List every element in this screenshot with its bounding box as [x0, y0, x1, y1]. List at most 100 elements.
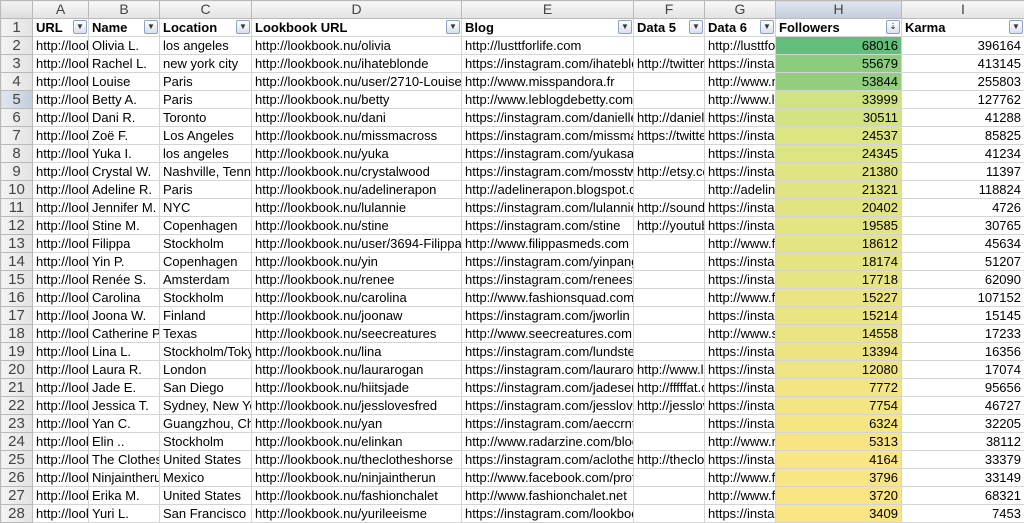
- cell-e[interactable]: http://www.misspandora.fr: [461, 72, 634, 91]
- cell-c[interactable]: Toronto: [159, 108, 252, 127]
- field-header-cell[interactable]: Followers ⇣: [775, 18, 902, 37]
- field-header-cell[interactable]: Location ▼: [159, 18, 252, 37]
- column-header-d[interactable]: D: [251, 0, 462, 19]
- cell-e[interactable]: https://instagram.com/lookbook: [461, 504, 634, 523]
- cell-a[interactable]: http://lookbook.nu/joonaw: [32, 306, 89, 325]
- cell-f[interactable]: [633, 504, 705, 523]
- cell-e[interactable]: http://www.leblogdebetty.com: [461, 90, 634, 109]
- cell-a[interactable]: http://lookbook.nu/user/2710-Louise: [32, 72, 89, 91]
- cell-a[interactable]: http://lookbook.nu/missmacross: [32, 126, 89, 145]
- row-header-21[interactable]: 21: [0, 378, 33, 397]
- cell-a[interactable]: http://lookbook.nu/fashionchalet: [32, 486, 89, 505]
- cell-a[interactable]: http://lookbook.nu/yuka: [32, 144, 89, 163]
- row-header-16[interactable]: 16: [0, 288, 33, 307]
- cell-g[interactable]: http://www.filippasmeds.com: [704, 234, 776, 253]
- cell-d[interactable]: http://lookbook.nu/hiitsjade: [251, 378, 462, 397]
- field-header-cell[interactable]: Name ▼: [88, 18, 160, 37]
- row-header-25[interactable]: 25: [0, 450, 33, 469]
- row-header-22[interactable]: 22: [0, 396, 33, 415]
- cell-i[interactable]: 32205: [901, 414, 1024, 433]
- row-header-23[interactable]: 23: [0, 414, 33, 433]
- cell-f[interactable]: http://twitter.com/ihateblonde: [633, 54, 705, 73]
- cell-a[interactable]: http://lookbook.nu/yin: [32, 252, 89, 271]
- cell-f[interactable]: http://jesslovesfred.com: [633, 396, 705, 415]
- field-header-cell[interactable]: Data 5 ▼: [633, 18, 705, 37]
- cell-c[interactable]: NYC: [159, 198, 252, 217]
- dropdown-arrow-icon[interactable]: ▼: [618, 20, 632, 34]
- cell-f[interactable]: [633, 270, 705, 289]
- cell-b[interactable]: Rachel L.: [88, 54, 160, 73]
- cell-f[interactable]: [633, 90, 705, 109]
- cell-d[interactable]: http://lookbook.nu/jesslovesfred: [251, 396, 462, 415]
- cell-i[interactable]: 16356: [901, 342, 1024, 361]
- cell-g[interactable]: http://www.radarzine.com/blogg/elinkan: [704, 432, 776, 451]
- cell-c[interactable]: Stockholm/Tokyo: [159, 342, 252, 361]
- cell-b[interactable]: Erika M.: [88, 486, 160, 505]
- cell-g[interactable]: https://instagram.com/jadeseng: [704, 378, 776, 397]
- cell-g[interactable]: https://instagram.com/laurarogan: [704, 360, 776, 379]
- column-header-g[interactable]: G: [704, 0, 776, 19]
- cell-d[interactable]: http://lookbook.nu/fashionchalet: [251, 486, 462, 505]
- cell-i[interactable]: 15145: [901, 306, 1024, 325]
- cell-i[interactable]: 396164: [901, 36, 1024, 55]
- cell-g[interactable]: https://instagram.com/yinpang: [704, 252, 776, 271]
- cell-h[interactable]: 13394: [775, 342, 902, 361]
- cell-f[interactable]: [633, 468, 705, 487]
- dropdown-arrow-icon[interactable]: ▼: [689, 20, 703, 34]
- cell-e[interactable]: https://instagram.com/aeccrnticgirl: [461, 414, 634, 433]
- cell-b[interactable]: Elin ..: [88, 432, 160, 451]
- cell-d[interactable]: http://lookbook.nu/betty: [251, 90, 462, 109]
- cell-f[interactable]: http://etsy.com: [633, 162, 705, 181]
- cell-a[interactable]: http://lookbook.nu/hiitsjade: [32, 378, 89, 397]
- cell-b[interactable]: Yan C.: [88, 414, 160, 433]
- cell-i[interactable]: 7453: [901, 504, 1024, 523]
- cell-i[interactable]: 127762: [901, 90, 1024, 109]
- cell-f[interactable]: http://danielle.com: [633, 108, 705, 127]
- cell-h[interactable]: 7772: [775, 378, 902, 397]
- cell-d[interactable]: http://lookbook.nu/joonaw: [251, 306, 462, 325]
- row-header-24[interactable]: 24: [0, 432, 33, 451]
- dropdown-arrow-icon[interactable]: ▼: [144, 20, 158, 34]
- cell-e[interactable]: https://instagram.com/ihateblonde: [461, 54, 634, 73]
- cell-f[interactable]: [633, 36, 705, 55]
- cell-b[interactable]: Crystal W.: [88, 162, 160, 181]
- cell-i[interactable]: 30765: [901, 216, 1024, 235]
- row-header-10[interactable]: 10: [0, 180, 33, 199]
- row-header-20[interactable]: 20: [0, 360, 33, 379]
- cell-g[interactable]: http://lusttforlife.com: [704, 36, 776, 55]
- cell-d[interactable]: http://lookbook.nu/lina: [251, 342, 462, 361]
- column-header-e[interactable]: E: [461, 0, 634, 19]
- cell-g[interactable]: http://www.facebook.com: [704, 468, 776, 487]
- cell-f[interactable]: [633, 234, 705, 253]
- cell-f[interactable]: http://youtube.com: [633, 216, 705, 235]
- cell-c[interactable]: Paris: [159, 72, 252, 91]
- cell-d[interactable]: http://lookbook.nu/yurileeisme: [251, 504, 462, 523]
- cell-d[interactable]: http://lookbook.nu/missmacross: [251, 126, 462, 145]
- cell-c[interactable]: Guangzhou, China: [159, 414, 252, 433]
- dropdown-arrow-icon[interactable]: ▼: [236, 20, 250, 34]
- cell-e[interactable]: https://instagram.com/lulannie: [461, 198, 634, 217]
- dropdown-arrow-icon[interactable]: ▼: [1009, 20, 1023, 34]
- cell-h[interactable]: 3409: [775, 504, 902, 523]
- cell-b[interactable]: Laura R.: [88, 360, 160, 379]
- cell-i[interactable]: 118824: [901, 180, 1024, 199]
- cell-c[interactable]: London: [159, 360, 252, 379]
- cell-g[interactable]: http://www.misspandora.fr: [704, 72, 776, 91]
- cell-f[interactable]: http://www.laurarogan.com: [633, 360, 705, 379]
- cell-f[interactable]: [633, 324, 705, 343]
- cell-f[interactable]: https://twitter.com/missmacross: [633, 126, 705, 145]
- row-header-5[interactable]: 5: [0, 90, 33, 109]
- cell-h[interactable]: 15227: [775, 288, 902, 307]
- cell-d[interactable]: http://lookbook.nu/crystalwood: [251, 162, 462, 181]
- cell-h[interactable]: 33999: [775, 90, 902, 109]
- cell-d[interactable]: http://lookbook.nu/adelinerapon: [251, 180, 462, 199]
- cell-a[interactable]: http://lookbook.nu/laurarogan: [32, 360, 89, 379]
- row-header-6[interactable]: 6: [0, 108, 33, 127]
- row-header-8[interactable]: 8: [0, 144, 33, 163]
- row-header-15[interactable]: 15: [0, 270, 33, 289]
- cell-i[interactable]: 17074: [901, 360, 1024, 379]
- cell-d[interactable]: http://lookbook.nu/ninjaintherun: [251, 468, 462, 487]
- cell-e[interactable]: https://instagram.com/jadeseng: [461, 378, 634, 397]
- row-header-13[interactable]: 13: [0, 234, 33, 253]
- cell-h[interactable]: 4164: [775, 450, 902, 469]
